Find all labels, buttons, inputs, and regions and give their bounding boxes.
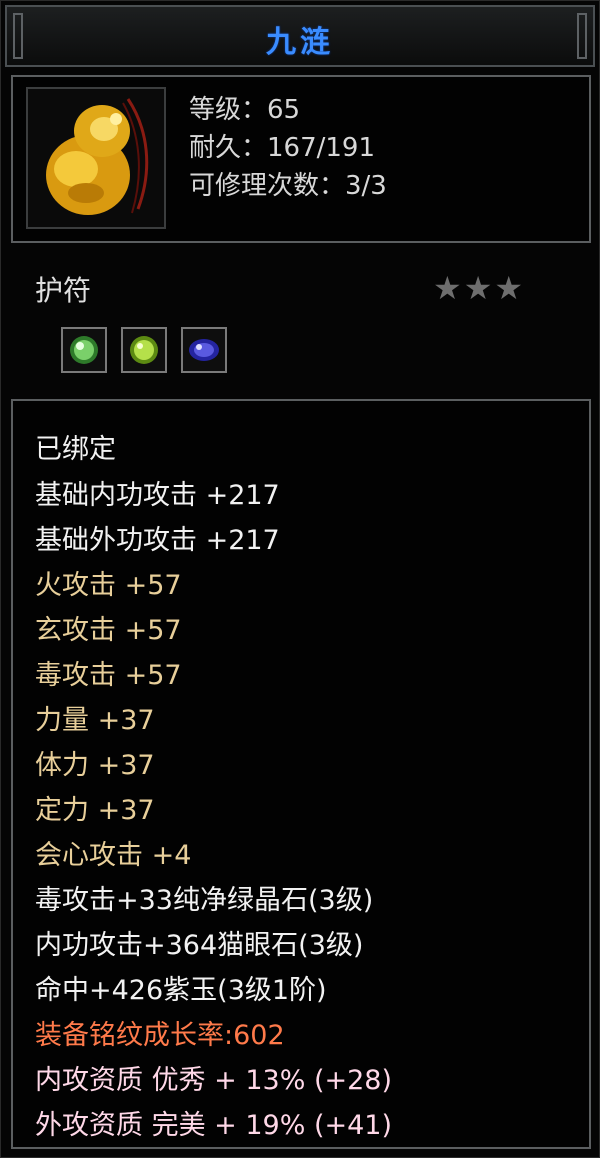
attr-fire-attack: 火攻击 +57: [35, 570, 182, 601]
gem-slot-2[interactable]: [121, 327, 167, 373]
inscription-growth-rate: 装备铭纹成长率:602: [35, 1020, 285, 1051]
gem-slot-1[interactable]: [61, 327, 107, 373]
bound-status: 已绑定: [35, 434, 116, 465]
item-name: 九涟: [266, 25, 334, 60]
external-attack-quality: 外攻资质 完美 + 19% (+41): [35, 1110, 393, 1141]
internal-attack-quality: 内攻资质 优秀 + 13% (+28): [35, 1065, 393, 1096]
item-summary: 等级：65 耐久：167/191 可修理次数：3/3: [11, 75, 591, 243]
attr-critical: 会心攻击 +4: [35, 840, 192, 871]
attr-base-internal-attack: 基础内功攻击 +217: [35, 480, 280, 511]
star-rating: ★★★: [433, 269, 526, 307]
gem-slots: [61, 327, 227, 373]
attr-focus: 定力 +37: [35, 795, 155, 826]
attr-mystic-attack: 玄攻击 +57: [35, 615, 182, 646]
durability-stat: 耐久：167/191: [189, 133, 376, 163]
yellowgreen-gem-icon: [130, 336, 158, 364]
item-type: 护符: [35, 274, 92, 307]
gem-bonus-accuracy: 命中+426紫玉(3级1阶): [35, 975, 327, 1006]
repair-count-stat: 可修理次数：3/3: [189, 171, 387, 201]
attr-base-external-attack: 基础外功攻击 +217: [35, 525, 280, 556]
green-crystal-gem-icon: [70, 336, 98, 364]
attr-poison-attack: 毒攻击 +57: [35, 660, 182, 691]
gem-bonus-poison: 毒攻击+33纯净绿晶石(3级): [35, 885, 374, 916]
purple-jade-gem-icon: [189, 339, 219, 361]
item-tooltip: 九涟 等级：65 耐久：167/191 可修理次数：3/3 护符 ★★★ 已绑定…: [0, 0, 600, 1158]
attribute-list: 已绑定 基础内功攻击 +217 基础外功攻击 +217 火攻击 +57 玄攻击 …: [11, 399, 591, 1149]
title-bar: 九涟: [5, 5, 595, 67]
amulet-icon: [46, 98, 149, 215]
level-stat: 等级：65: [189, 95, 301, 125]
gem-slot-3[interactable]: [181, 327, 227, 373]
item-icon[interactable]: [26, 87, 166, 229]
attr-strength: 力量 +37: [35, 705, 155, 736]
gem-bonus-internal: 内功攻击+364猫眼石(3级): [35, 930, 364, 961]
attr-stamina: 体力 +37: [35, 750, 155, 781]
